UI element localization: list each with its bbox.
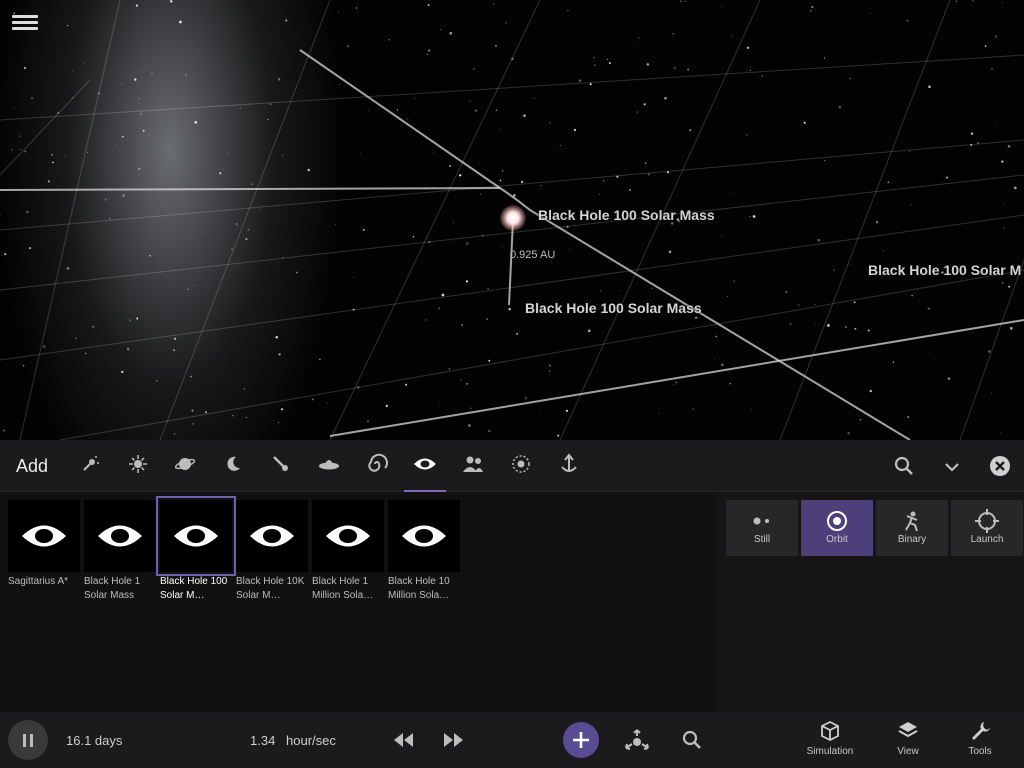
black-hole-thumbnail xyxy=(84,500,156,572)
black-hole-eye-icon xyxy=(413,456,437,477)
rewind-icon[interactable] xyxy=(392,730,416,755)
nav-simulation[interactable]: Simulation xyxy=(798,720,862,766)
black-hole-thumbnail xyxy=(312,500,384,572)
category-planet[interactable] xyxy=(162,440,208,492)
add-object-button[interactable] xyxy=(563,722,599,758)
sparkle-icon xyxy=(80,454,100,479)
object-label-black-hole-top[interactable]: Black Hole 100 Solar Mass xyxy=(538,207,715,223)
mode-orbit-button[interactable]: Orbit xyxy=(801,500,873,556)
category-ring[interactable] xyxy=(498,440,544,492)
spiral-galaxy-icon xyxy=(366,453,388,480)
comet-icon xyxy=(271,454,291,479)
category-ufo[interactable] xyxy=(306,440,352,492)
nav-tools[interactable]: Tools xyxy=(948,720,1012,766)
object-label: Sagittarius A* xyxy=(8,576,69,587)
object-list: Sagittarius A* Black Hole 1 Solar Mass B… xyxy=(0,492,716,712)
black-hole-thumbnail xyxy=(156,496,236,576)
bottom-toolbar: 16.1 days 1.34 hour/sec Simulation View … xyxy=(0,712,1024,768)
object-tile-black-hole-10m[interactable]: Black Hole 10 Million Sola… xyxy=(388,500,460,603)
hamburger-menu-icon[interactable] xyxy=(12,12,38,34)
category-people[interactable] xyxy=(450,440,496,492)
mode-label: Binary xyxy=(897,534,927,545)
category-moon[interactable] xyxy=(210,440,256,492)
black-hole-thumbnail xyxy=(236,500,308,572)
object-label: Black Hole 100 Solar M… xyxy=(160,576,228,601)
mode-still-button[interactable]: Still xyxy=(726,500,798,556)
mode-label: Launch xyxy=(970,534,1004,545)
people-icon xyxy=(462,455,484,478)
elapsed-time: 16.1 days xyxy=(66,733,123,748)
nav-label: Simulation xyxy=(806,746,854,757)
fast-forward-icon[interactable] xyxy=(441,730,465,755)
object-label: Black Hole 1 Million Sola… xyxy=(312,576,374,601)
cube-icon xyxy=(821,720,839,742)
plus-icon xyxy=(573,732,589,748)
star-icon xyxy=(128,454,148,479)
object-label: Black Hole 10K Solar M… xyxy=(236,576,305,601)
binary-figure-icon xyxy=(902,510,922,532)
space-viewport[interactable]: Black Hole 100 Solar Mass 0.925 AU Black… xyxy=(0,0,1024,440)
category-star[interactable] xyxy=(115,440,161,492)
orbit-axes xyxy=(0,49,1024,440)
pause-button[interactable] xyxy=(8,720,48,760)
mode-launch-button[interactable]: Launch xyxy=(951,500,1023,556)
placement-modes: Still Orbit Binary Launch xyxy=(716,492,1024,712)
time-rate-value[interactable]: 1.34 xyxy=(250,733,275,748)
object-label-black-hole-mid[interactable]: Black Hole 100 Solar Mass xyxy=(525,300,702,316)
moon-icon xyxy=(223,454,243,479)
object-label: Black Hole 10 Million Sola… xyxy=(388,576,450,601)
black-hole-marker[interactable] xyxy=(500,205,526,231)
category-galaxy[interactable] xyxy=(354,440,400,492)
black-hole-thumbnail xyxy=(388,500,460,572)
recenter-icon[interactable] xyxy=(623,728,651,759)
nav-view[interactable]: View xyxy=(876,720,940,766)
object-tile-black-hole-1[interactable]: Black Hole 1 Solar Mass xyxy=(84,500,156,603)
category-spacecraft[interactable] xyxy=(67,440,113,492)
close-circle-icon[interactable] xyxy=(988,454,1012,478)
nav-label: View xyxy=(897,746,919,757)
ringed-planet-icon xyxy=(174,454,196,479)
anchor-launch-icon xyxy=(559,452,579,480)
object-tile-black-hole-10k[interactable]: Black Hole 10K Solar M… xyxy=(236,500,308,603)
add-toolbar: Add xyxy=(0,440,1024,492)
mode-label: Still xyxy=(753,534,771,545)
category-black-hole[interactable] xyxy=(402,440,448,492)
mode-label: Orbit xyxy=(826,534,848,545)
black-hole-thumbnail xyxy=(8,500,80,572)
add-title: Add xyxy=(16,456,49,476)
search-icon[interactable] xyxy=(680,728,704,757)
mode-binary-button[interactable]: Binary xyxy=(876,500,948,556)
distance-label: 0.925 AU xyxy=(510,249,556,261)
crosshair-icon xyxy=(975,509,999,533)
object-tile-black-hole-1m[interactable]: Black Hole 1 Million Sola… xyxy=(312,500,384,603)
category-comet[interactable] xyxy=(258,440,304,492)
chevron-down-icon[interactable] xyxy=(940,454,964,478)
orbit-icon xyxy=(826,510,848,532)
wrench-icon xyxy=(972,722,990,740)
layers-icon xyxy=(898,722,918,738)
object-label-black-hole-right[interactable]: Black Hole 100 Solar M xyxy=(868,262,1021,278)
search-icon[interactable] xyxy=(892,454,916,478)
object-label: Black Hole 1 Solar Mass xyxy=(84,576,141,601)
dotted-ring-icon xyxy=(511,454,531,479)
object-tile-sagittarius-a[interactable]: Sagittarius A* xyxy=(8,500,80,589)
ufo-icon xyxy=(318,454,340,479)
nav-label: Tools xyxy=(968,746,992,757)
still-dots-icon xyxy=(751,510,773,532)
object-tile-black-hole-100[interactable]: Black Hole 100 Solar M… xyxy=(156,496,236,603)
category-launch[interactable] xyxy=(546,440,592,492)
time-rate-unit[interactable]: hour/sec xyxy=(286,733,336,748)
